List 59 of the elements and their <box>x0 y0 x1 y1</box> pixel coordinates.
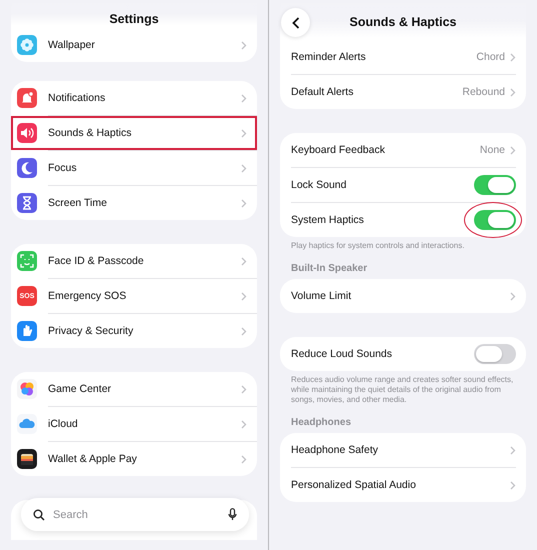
search-field[interactable]: Search <box>51 508 222 522</box>
screen-title: Sounds & Haptics <box>350 15 456 29</box>
settings-item[interactable]: Sounds & Haptics <box>11 116 257 150</box>
toggle-switch[interactable] <box>474 175 516 195</box>
chevron-icon <box>241 292 247 300</box>
bell-icon <box>17 88 37 108</box>
toggle-switch[interactable] <box>474 210 516 230</box>
setting-label: Headphone Safety <box>291 444 379 456</box>
chevron-icon <box>241 128 247 138</box>
moon-icon <box>17 158 37 178</box>
speaker-icon <box>17 123 37 143</box>
setting-label: System Haptics <box>291 214 365 226</box>
chevron-icon <box>510 146 516 154</box>
section-footer: Reduces audio volume range and creates softer sound effects, while maintaining the quiet details of the original audio from songs, movies, and other media. <box>280 371 526 405</box>
setting-label: Volume Limit <box>291 290 352 302</box>
bubbles-icon <box>17 379 37 399</box>
toggle-switch[interactable] <box>474 344 516 364</box>
setting-label: Reminder Alerts <box>291 51 367 63</box>
settings-item[interactable]: Wallpaper <box>11 28 257 62</box>
screen-title: Settings <box>109 12 159 26</box>
setting-label: Keyboard Feedback <box>291 144 386 156</box>
setting-label: Lock Sound <box>291 179 348 191</box>
cloud-icon <box>17 414 37 434</box>
chevron-icon <box>241 384 247 394</box>
settings-item[interactable]: Wallet & Apple Pay <box>11 442 257 476</box>
face-scan-icon <box>17 251 37 271</box>
chevron-icon <box>510 292 516 300</box>
setting-label: Default Alerts <box>291 86 354 98</box>
settings-item[interactable]: Focus <box>11 151 257 185</box>
chevron-icon <box>510 446 516 454</box>
chevron-icon <box>241 326 247 336</box>
chevron-icon <box>241 256 247 266</box>
chevron-icon <box>241 40 247 50</box>
section-header: Headphones <box>290 417 352 430</box>
chevron-icon <box>510 52 516 62</box>
setting-label: Personalized Spatial Audio <box>291 479 417 491</box>
chevron-icon <box>241 198 247 208</box>
chevron-icon <box>241 94 247 102</box>
chevron-icon <box>241 420 247 428</box>
chevron-icon <box>241 164 247 172</box>
settings-item[interactable]: Screen Time <box>11 186 257 220</box>
back-icon <box>292 16 300 28</box>
setting-label: Reduce Loud Sounds <box>291 348 393 360</box>
settings-item[interactable]: Face ID & Passcode <box>11 244 257 278</box>
hand-icon <box>17 321 37 341</box>
section-header: Built-In Speaker <box>290 263 368 276</box>
settings-item[interactable]: iCloud <box>11 407 257 441</box>
section-footer: Play haptics for system controls and interactions. <box>280 237 526 251</box>
wallet-icon <box>17 449 37 469</box>
flower-icon <box>17 35 37 55</box>
settings-item[interactable]: Game Center <box>11 372 257 406</box>
settings-item[interactable]: Notifications <box>11 81 257 115</box>
hourglass-icon <box>17 193 37 213</box>
chevron-icon <box>510 480 516 490</box>
settings-item[interactable]: Privacy & Security <box>11 314 257 348</box>
chevron-icon <box>241 454 247 464</box>
chevron-icon <box>510 88 516 96</box>
search-icon <box>33 508 45 520</box>
microphone-icon[interactable] <box>228 508 237 521</box>
